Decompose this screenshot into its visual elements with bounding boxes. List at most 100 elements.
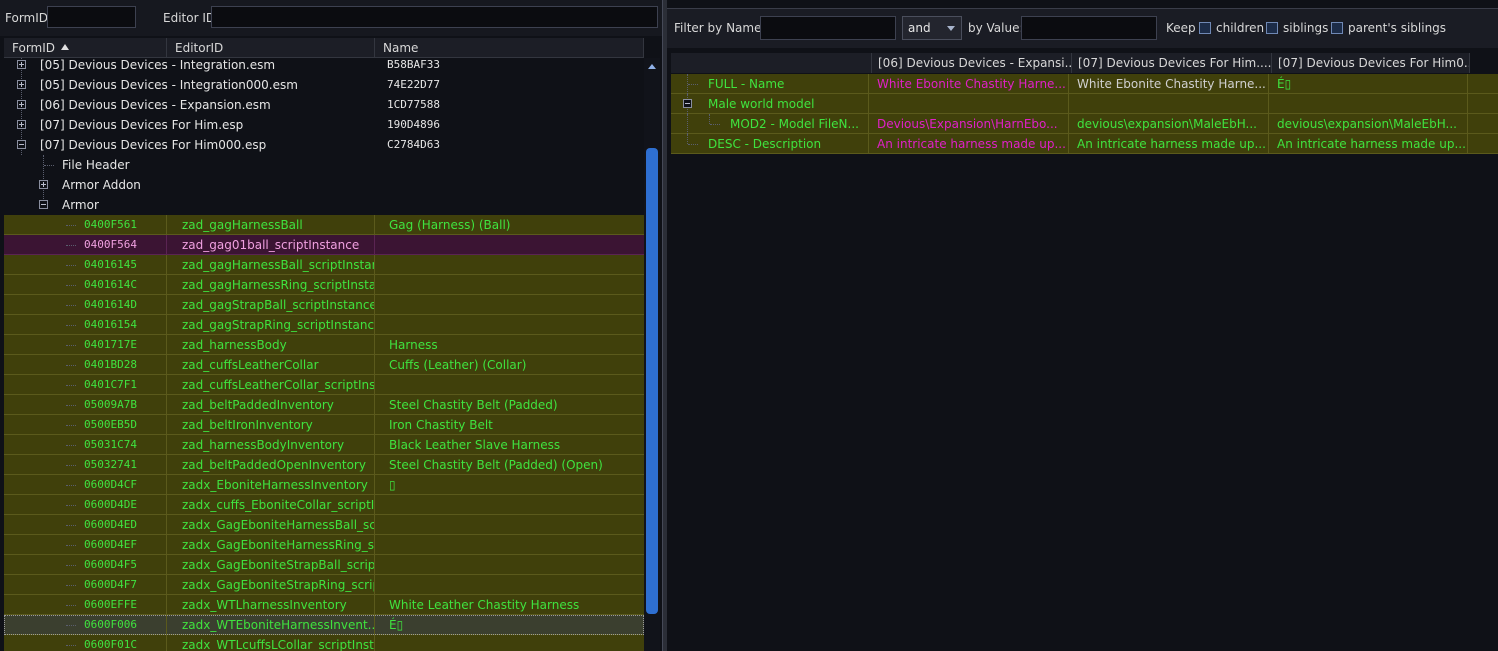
record-editorid: zad_cuffsLeatherCollar_scriptInstance xyxy=(167,375,375,395)
record-row[interactable]: 0400F561 zad_gagHarnessBall Gag (Harness) … xyxy=(4,215,644,235)
compare-row[interactable]: MOD2 - Model FileN... Devious\Expansion\… xyxy=(671,114,1498,134)
expand-plus-icon[interactable] xyxy=(17,120,26,129)
record-row[interactable]: 0500EB5D zad_beltIronInventory Iron Chasti… xyxy=(4,415,644,435)
keep-children-checkbox[interactable] xyxy=(1199,22,1211,34)
compare-row[interactable]: DESC - Description An intricate harness … xyxy=(671,134,1498,154)
record-editorid: zad_gagStrapRing_scriptInstance xyxy=(167,315,375,335)
compare-cell[interactable]: Devious\Expansion\HarnEbo... xyxy=(869,114,1069,134)
compare-cell[interactable]: An intricate harness made up... xyxy=(1269,134,1468,154)
record-name: Steel Chastity Belt (Padded) (Open) xyxy=(389,458,603,472)
plugin-row[interactable]: [05] Devious Devices - Integration.esm B… xyxy=(4,58,644,75)
formid-filter-input[interactable] xyxy=(47,6,136,28)
compare-cell[interactable]: An intricate harness made up... xyxy=(869,134,1069,154)
compare-column-header[interactable]: [07] Devious Devices For Him0... xyxy=(1272,53,1470,73)
record-name xyxy=(375,635,644,651)
record-row[interactable]: 0400F564 zad_gag01ball_scriptInstance xyxy=(4,235,644,255)
record-row[interactable]: 0600D4DE zadx_cuffs_EboniteCollar_scriptI… xyxy=(4,495,644,515)
compare-row[interactable]: FULL - Name White Ebonite Chastity Harne… xyxy=(671,74,1498,94)
compare-cell[interactable] xyxy=(1069,94,1269,114)
record-editorid: zad_gag01ball_scriptInstance xyxy=(167,235,375,255)
plugin-row[interactable]: [07] Devious Devices For Him.esp 190D489… xyxy=(4,115,644,135)
collapse-minus-icon[interactable] xyxy=(683,99,692,108)
plugin-hash: C2784D63 xyxy=(387,138,440,151)
scroll-up-arrow-icon[interactable] xyxy=(648,64,656,69)
filter-value-input[interactable] xyxy=(1021,16,1157,40)
record-row[interactable]: 0600EFFE zadx_WTLharnessInventory White Le… xyxy=(4,595,644,615)
compare-cell[interactable]: White Ebonite Chastity Harne... xyxy=(869,74,1069,94)
record-row[interactable]: 0401C7F1 zad_cuffsLeatherCollar_scriptIns… xyxy=(4,375,644,395)
tree-line xyxy=(709,114,710,124)
compare-row-label: FULL - Name xyxy=(671,74,869,94)
compare-cell[interactable] xyxy=(869,94,1069,114)
record-editorid: zadx_GagEboniteHarnessRing_scriptInstanc… xyxy=(167,535,375,555)
compare-cell[interactable]: É▯ xyxy=(1269,74,1468,94)
column-header-formid[interactable]: FormID xyxy=(4,38,167,58)
record-row[interactable]: 05031C74 zad_harnessBodyInventory Black Le… xyxy=(4,435,644,455)
tree-scrollbar[interactable] xyxy=(644,58,660,651)
record-row[interactable]: 04016145 zad_gagHarnessBall_scriptInstanc… xyxy=(4,255,644,275)
compare-cell[interactable] xyxy=(1269,94,1468,114)
plugin-hash: 74E22D77 xyxy=(387,78,440,91)
by-value-label: by Value: xyxy=(968,21,1024,35)
record-row[interactable]: 0600F006 zadx_WTEboniteHarnessInvent... É▯ xyxy=(4,615,644,635)
record-name xyxy=(375,315,644,335)
compare-column-header[interactable]: [07] Devious Devices For Him.... xyxy=(1072,53,1272,73)
expand-plus-icon[interactable] xyxy=(17,60,26,69)
group-row-file-header[interactable]: File Header xyxy=(4,155,644,175)
plugin-row[interactable]: [06] Devious Devices - Expansion.esm 1CD… xyxy=(4,95,644,115)
record-row[interactable]: 0401614D zad_gagStrapBall_scriptInstance xyxy=(4,295,644,315)
collapse-minus-icon[interactable] xyxy=(17,140,26,149)
record-row[interactable]: 04016154 zad_gagStrapRing_scriptInstance xyxy=(4,315,644,335)
compare-cell[interactable]: An intricate harness made up... xyxy=(1069,134,1269,154)
filter-name-input[interactable] xyxy=(760,16,896,40)
compare-cell[interactable]: devious\expansion\MaleEbH... xyxy=(1069,114,1269,134)
record-name: É▯ xyxy=(389,618,404,632)
collapse-minus-icon[interactable] xyxy=(39,200,48,209)
record-row[interactable]: 0401614Czad_gagHarnessRing_scriptInstanc… xyxy=(4,275,644,295)
record-formid: 0400F561 xyxy=(4,215,167,235)
plugin-row[interactable]: [07] Devious Devices For Him000.esp C278… xyxy=(4,135,644,155)
compare-column-header-label[interactable] xyxy=(671,53,872,73)
record-row[interactable]: 05032741 zad_beltPaddedOpenInventory Steel… xyxy=(4,455,644,475)
left-filter-bar: FormID Editor ID xyxy=(0,0,662,36)
record-row[interactable]: 0600D4EFzadx_GagEboniteHarnessRing_scrip… xyxy=(4,535,644,555)
record-row[interactable]: 0401BD28 zad_cuffsLeatherCollar Cuffs (Lea… xyxy=(4,355,644,375)
record-row[interactable]: 0401717E zad_harnessBody Harness xyxy=(4,335,644,355)
group-row-armor[interactable]: Armor xyxy=(4,195,644,215)
tree-line xyxy=(44,165,54,166)
field-label: MOD2 - Model FileN... xyxy=(730,117,859,131)
compare-column-header[interactable]: [06] Devious Devices - Expansi... xyxy=(872,53,1072,73)
expand-plus-icon[interactable] xyxy=(39,180,48,189)
record-row[interactable]: 0600F01Czadx_WTLcuffsLCollar_scriptInsta… xyxy=(4,635,644,651)
group-row-armor-addon[interactable]: Armor Addon xyxy=(4,175,644,195)
editorid-filter-label: Editor ID xyxy=(163,11,216,25)
plugin-row[interactable]: [05] Devious Devices - Integration000.es… xyxy=(4,75,644,95)
compare-cell[interactable]: White Ebonite Chastity Harne... xyxy=(1069,74,1269,94)
record-editorid: zad_beltIronInventory xyxy=(167,415,375,435)
record-tree[interactable]: [05] Devious Devices - Integration.esm B… xyxy=(4,58,644,651)
compare-cell[interactable]: devious\expansion\MaleEbH... xyxy=(1269,114,1468,134)
record-formid: 0401C7F1 xyxy=(4,375,167,395)
expand-plus-icon[interactable] xyxy=(17,80,26,89)
plugin-label: [06] Devious Devices - Expansion.esm xyxy=(40,98,271,112)
operator-dropdown[interactable]: and xyxy=(902,16,962,40)
compare-row[interactable]: Male world model xyxy=(671,94,1498,114)
keep-siblings-checkbox[interactable] xyxy=(1266,22,1278,34)
expand-plus-icon[interactable] xyxy=(17,100,26,109)
scrollbar-thumb[interactable] xyxy=(646,148,658,614)
record-name xyxy=(375,235,644,255)
record-editorid: zadx_GagEboniteHarnessBall_scriptInstanc… xyxy=(167,515,375,535)
record-row[interactable]: 0600D4F5zadx_GagEboniteStrapBall_scriptI… xyxy=(4,555,644,575)
editorid-filter-input[interactable] xyxy=(211,6,658,28)
record-row[interactable]: 0600D4EDzadx_GagEboniteHarnessBall_scrip… xyxy=(4,515,644,535)
tree-line xyxy=(687,134,688,144)
column-header-name[interactable]: Name xyxy=(375,38,644,58)
compare-cell-empty xyxy=(1468,94,1498,114)
keep-parents-siblings-checkbox[interactable] xyxy=(1331,22,1343,34)
group-label: File Header xyxy=(62,158,130,172)
column-header-editorid[interactable]: EditorID xyxy=(167,38,375,58)
record-row[interactable]: 0600D4F7zadx_GagEboniteStrapRing_scriptI… xyxy=(4,575,644,595)
record-row[interactable]: 0600D4CF zadx_EboniteHarnessInventory ▯ xyxy=(4,475,644,495)
record-name xyxy=(375,275,644,295)
record-row[interactable]: 05009A7B zad_beltPaddedInventory Steel Cha… xyxy=(4,395,644,415)
